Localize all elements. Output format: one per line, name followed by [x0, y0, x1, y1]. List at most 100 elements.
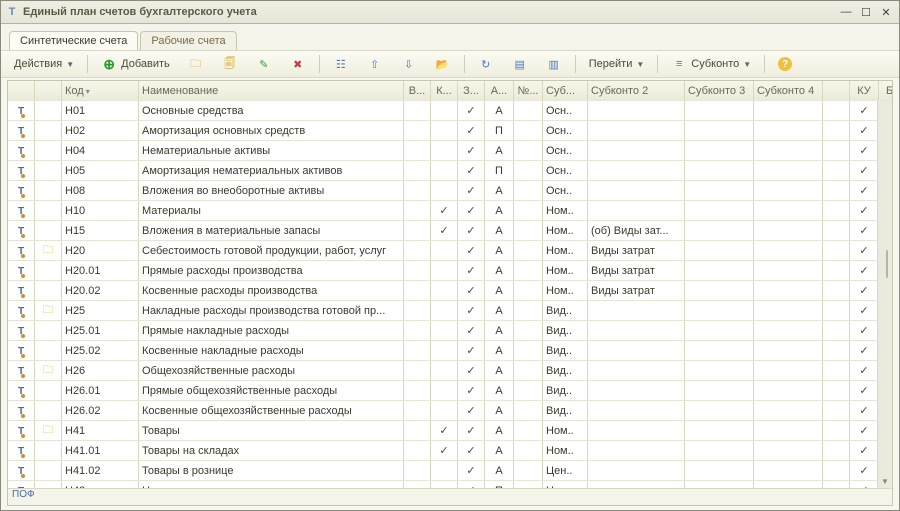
col-folder[interactable]: [35, 81, 62, 101]
v-cell: [404, 301, 431, 321]
name-cell: Основные средства: [139, 101, 404, 121]
s2-cell: [588, 361, 685, 381]
grid-container: Код▾ Наименование В... К... З... А... №.…: [7, 80, 893, 506]
col-a[interactable]: А...: [485, 81, 514, 101]
folder-cell: [35, 321, 62, 341]
level-up-button[interactable]: ⇧: [360, 53, 390, 75]
hierarchy-button[interactable]: ☷: [326, 53, 356, 75]
gap-cell: [823, 221, 850, 241]
level-down-button[interactable]: ⇩: [394, 53, 424, 75]
ku-cell: ✓: [850, 421, 879, 441]
folder-cell: 🗀: [35, 301, 62, 321]
k-cell: ✓: [431, 221, 458, 241]
s4-cell: [754, 461, 823, 481]
chevron-down-icon: ▼: [636, 60, 644, 69]
scroll-thumb[interactable]: [886, 250, 888, 278]
ku-cell: ✓: [850, 101, 879, 121]
refresh-button[interactable]: ↻: [471, 53, 501, 75]
tab-synthetic[interactable]: Синтетические счета: [9, 31, 138, 50]
actions-menu[interactable]: Действия▼: [7, 53, 81, 75]
s3-cell: [685, 321, 754, 341]
add-copy-button[interactable]: 🗐: [215, 53, 245, 75]
code-cell: Н41.01: [62, 441, 139, 461]
vertical-scrollbar[interactable]: ▼: [877, 101, 892, 488]
a-cell: А: [485, 381, 514, 401]
col-bu[interactable]: БУ: [879, 81, 893, 101]
table-row[interactable]: Т🗀Н25Накладные расходы производства гото…: [8, 301, 892, 321]
s2-cell: [588, 181, 685, 201]
table-row[interactable]: ТН15Вложения в материальные запасы✓✓АНом…: [8, 221, 892, 241]
minimize-button[interactable]: —: [837, 5, 855, 19]
tab-working[interactable]: Рабочие счета: [140, 31, 236, 50]
delete-button[interactable]: ✖: [283, 53, 313, 75]
table-row[interactable]: Т🗀Н20Себестоимость готовой продукции, ра…: [8, 241, 892, 261]
edit-button[interactable]: ✎: [249, 53, 279, 75]
table-row[interactable]: ТН01Основные средства✓АОсн..✓✓✓: [8, 101, 892, 121]
help-button[interactable]: ?: [771, 53, 799, 75]
s1-cell: Ном..: [543, 241, 588, 261]
col-k[interactable]: К...: [431, 81, 458, 101]
app-icon: Т: [5, 5, 19, 19]
gap-cell: [823, 441, 850, 461]
filter-button[interactable]: ▤: [505, 53, 535, 75]
filter-off-button[interactable]: ▥: [539, 53, 569, 75]
col-sub3[interactable]: Субконто 3: [685, 81, 754, 101]
account-icon: Т: [18, 146, 24, 157]
table-row[interactable]: Т🗀Н26Общехозяйственные расходы✓АВид..✓✓✓: [8, 361, 892, 381]
subkonto-menu[interactable]: ≡Субконто▼: [664, 53, 758, 75]
help-icon: ?: [778, 57, 792, 71]
account-icon: Т: [18, 446, 24, 457]
col-v[interactable]: В...: [404, 81, 431, 101]
maximize-button[interactable]: ☐: [857, 5, 875, 19]
scroll-down-arrow[interactable]: ▼: [878, 474, 892, 488]
s3-cell: [685, 181, 754, 201]
ku-cell: ✓: [850, 381, 879, 401]
table-row[interactable]: ТН41.02Товары в рознице✓АЦен..✓✓✓: [8, 461, 892, 481]
row-icon-cell: Т: [8, 261, 35, 281]
table-row[interactable]: ТН26.01Прямые общехозяйственные расходы✓…: [8, 381, 892, 401]
col-code[interactable]: Код▾: [62, 81, 139, 101]
col-gap[interactable]: [823, 81, 850, 101]
col-marker[interactable]: [8, 81, 35, 101]
table-row[interactable]: ТН26.02Косвенные общехозяйственные расхо…: [8, 401, 892, 421]
table-row[interactable]: Т🗀Н41Товары✓✓АНом..✓✓✓: [8, 421, 892, 441]
table-row[interactable]: ТН20.01Прямые расходы производства✓АНом.…: [8, 261, 892, 281]
table-row[interactable]: ТН10Материалы✓✓АНом..✓✓✓: [8, 201, 892, 221]
table-row[interactable]: ТН08Вложения во внеоборотные активы✓АОсн…: [8, 181, 892, 201]
add-button[interactable]: ⊕Добавить: [94, 53, 177, 75]
s2-cell: Виды затрат: [588, 241, 685, 261]
col-ku[interactable]: КУ: [850, 81, 879, 101]
move-button[interactable]: 📂: [428, 53, 458, 75]
a-cell: А: [485, 141, 514, 161]
col-sub2[interactable]: Субконто 2: [588, 81, 685, 101]
table-row[interactable]: ТН05Амортизация нематериальных активов✓П…: [8, 161, 892, 181]
status-bar: ПОФ: [8, 488, 892, 505]
gap-cell: [823, 241, 850, 261]
s4-cell: [754, 141, 823, 161]
folder-icon: 🗀: [43, 304, 54, 316]
col-sub4[interactable]: Субконто 4: [754, 81, 823, 101]
n-cell: [514, 481, 543, 489]
folder-icon: 🗀: [43, 424, 54, 436]
table-row[interactable]: ТН04Нематериальные активы✓АОсн..✓✓✓: [8, 141, 892, 161]
table-row[interactable]: ТН42Наценка на товары✓ПЦен..✓✓✓: [8, 481, 892, 489]
separator: [87, 55, 88, 73]
table-row[interactable]: ТН25.01Прямые накладные расходы✓АВид..✓✓…: [8, 321, 892, 341]
name-cell: Вложения во внеоборотные активы: [139, 181, 404, 201]
table-row[interactable]: ТН20.02Косвенные расходы производства✓АН…: [8, 281, 892, 301]
v-cell: [404, 121, 431, 141]
table-row[interactable]: ТН02Амортизация основных средств✓ПОсн..✓…: [8, 121, 892, 141]
table-row[interactable]: ТН25.02Косвенные накладные расходы✓АВид.…: [8, 341, 892, 361]
table-row[interactable]: ТН41.01Товары на складах✓✓АНом..✓✓✓: [8, 441, 892, 461]
v-cell: [404, 361, 431, 381]
add-group-button[interactable]: 🗀: [181, 53, 211, 75]
col-n[interactable]: №...: [514, 81, 543, 101]
z-cell: ✓: [458, 341, 485, 361]
s1-cell: Цен..: [543, 461, 588, 481]
col-z[interactable]: З...: [458, 81, 485, 101]
data-grid[interactable]: Код▾ Наименование В... К... З... А... №.…: [8, 81, 892, 488]
col-sub1[interactable]: Суб...: [543, 81, 588, 101]
goto-menu[interactable]: Перейти▼: [582, 53, 652, 75]
col-name[interactable]: Наименование: [139, 81, 404, 101]
close-button[interactable]: ✕: [877, 5, 895, 19]
